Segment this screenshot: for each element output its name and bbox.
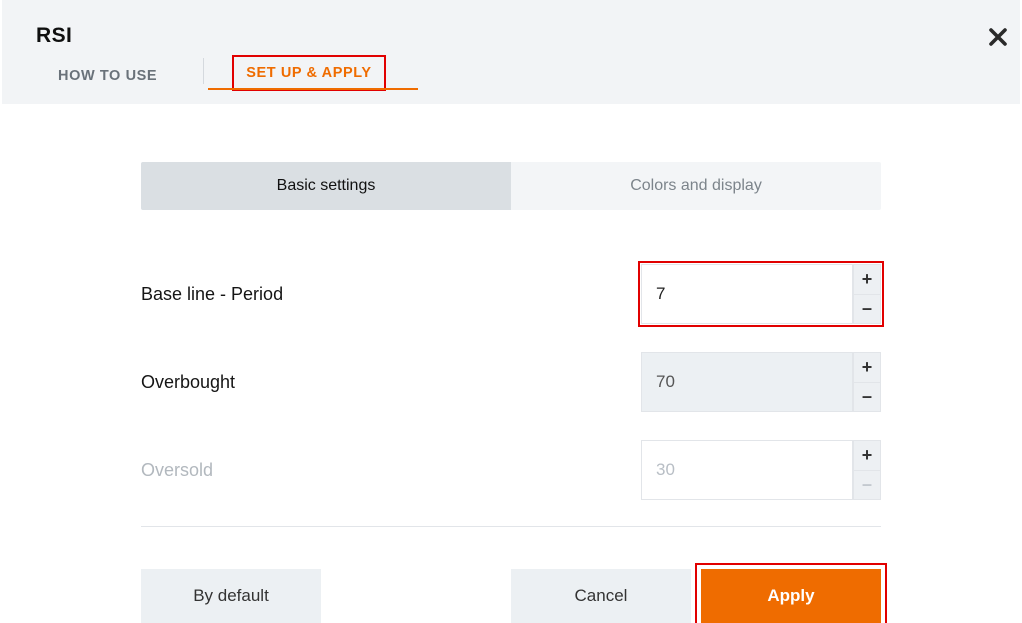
title-row: RSI (2, 0, 1020, 48)
row-oversold: Oversold + – (141, 438, 881, 502)
dialog-body: Basic settings Colors and display Base l… (141, 162, 881, 623)
by-default-button[interactable]: By default (141, 569, 321, 623)
segment-colors-display[interactable]: Colors and display (511, 162, 881, 210)
apply-button[interactable]: Apply (701, 569, 881, 623)
dialog-title: RSI (36, 24, 1020, 48)
nav-tabs: HOW TO USE SET UP & APPLY (2, 48, 1020, 104)
decrement-button[interactable]: – (853, 294, 881, 325)
segment-basic-settings[interactable]: Basic settings (141, 162, 511, 210)
decrement-button: – (853, 470, 881, 501)
dialog-header: RSI HOW TO USE SET UP & APPLY (2, 0, 1020, 104)
stepper-overbought: + – (641, 352, 881, 412)
label-oversold: Oversold (141, 460, 213, 481)
dialog-footer: By default Cancel Apply (141, 569, 881, 623)
label-baseline-period: Base line - Period (141, 284, 283, 305)
cancel-button[interactable]: Cancel (511, 569, 691, 623)
stepper-buttons: + – (853, 440, 881, 500)
label-overbought: Overbought (141, 372, 235, 393)
input-baseline-period[interactable] (641, 264, 853, 324)
increment-button[interactable]: + (853, 440, 881, 470)
settings-rows: Base line - Period + – Overbought + – Ov… (141, 262, 881, 502)
input-overbought[interactable] (641, 352, 853, 412)
close-icon[interactable] (988, 26, 1008, 54)
segmented-control: Basic settings Colors and display (141, 162, 881, 210)
stepper-baseline-period: + – (641, 264, 881, 324)
input-oversold (641, 440, 853, 500)
nav-divider (203, 58, 204, 84)
tab-how-to-use[interactable]: HOW TO USE (48, 48, 167, 104)
row-baseline-period: Base line - Period + – (141, 262, 881, 326)
row-overbought: Overbought + – (141, 350, 881, 414)
stepper-buttons: + – (853, 352, 881, 412)
tab-set-up-apply[interactable]: SET UP & APPLY (232, 55, 386, 91)
decrement-button[interactable]: – (853, 382, 881, 413)
stepper-buttons: + – (853, 264, 881, 324)
divider (141, 526, 881, 527)
increment-button[interactable]: + (853, 352, 881, 382)
increment-button[interactable]: + (853, 264, 881, 294)
stepper-oversold: + – (641, 440, 881, 500)
